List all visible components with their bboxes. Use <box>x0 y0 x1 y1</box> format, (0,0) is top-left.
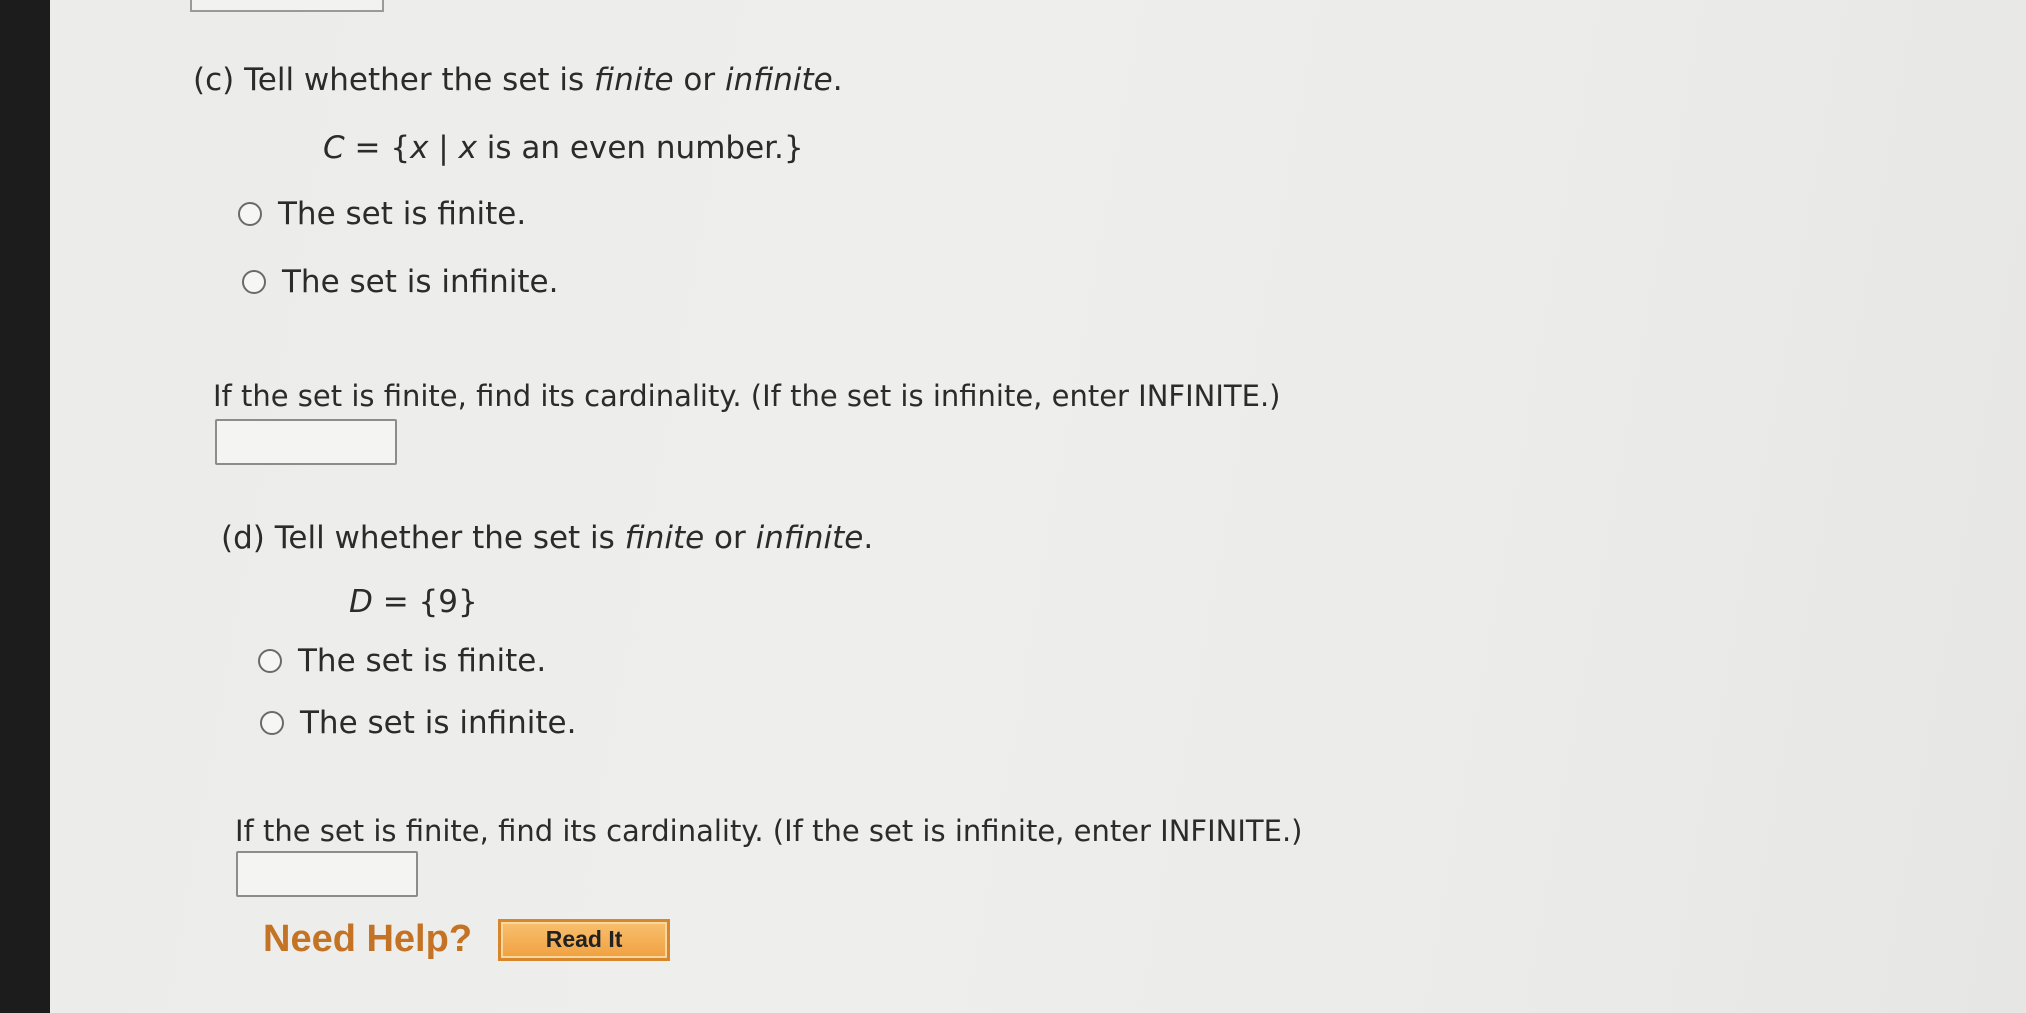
part-c-cardinality-instruction: If the set is finite, find its cardinali… <box>213 379 1281 413</box>
part-d-option-finite[interactable]: The set is finite. <box>258 643 546 679</box>
help-row: Need Help? Read It <box>263 918 671 961</box>
radio-button[interactable] <box>258 649 282 673</box>
set-d-definition: D = {9} <box>349 584 478 620</box>
part-d-cardinality-instruction: If the set is finite, find its cardinali… <box>235 814 1303 848</box>
radio-button[interactable] <box>238 202 262 226</box>
need-help-label: Need Help? <box>263 918 473 960</box>
read-it-button[interactable]: Read It <box>498 918 671 961</box>
question-panel: (c) Tell whether the set is finite or in… <box>50 0 2026 1013</box>
part-d-cardinality-input[interactable] <box>236 851 418 897</box>
part-d-prompt: (d) Tell whether the set is finite or in… <box>221 520 874 556</box>
radio-button[interactable] <box>242 270 266 294</box>
part-c-option-finite[interactable]: The set is finite. <box>238 196 526 232</box>
part-c-cardinality-input[interactable] <box>215 419 397 465</box>
part-c-option-infinite[interactable]: The set is infinite. <box>242 264 559 300</box>
previous-answer-box[interactable] <box>190 0 384 12</box>
set-c-definition: C = {x | x is an even number.} <box>323 130 804 166</box>
part-d-option-infinite[interactable]: The set is infinite. <box>260 705 577 741</box>
part-c-prompt: (c) Tell whether the set is finite or in… <box>193 62 843 98</box>
radio-button[interactable] <box>260 711 284 735</box>
